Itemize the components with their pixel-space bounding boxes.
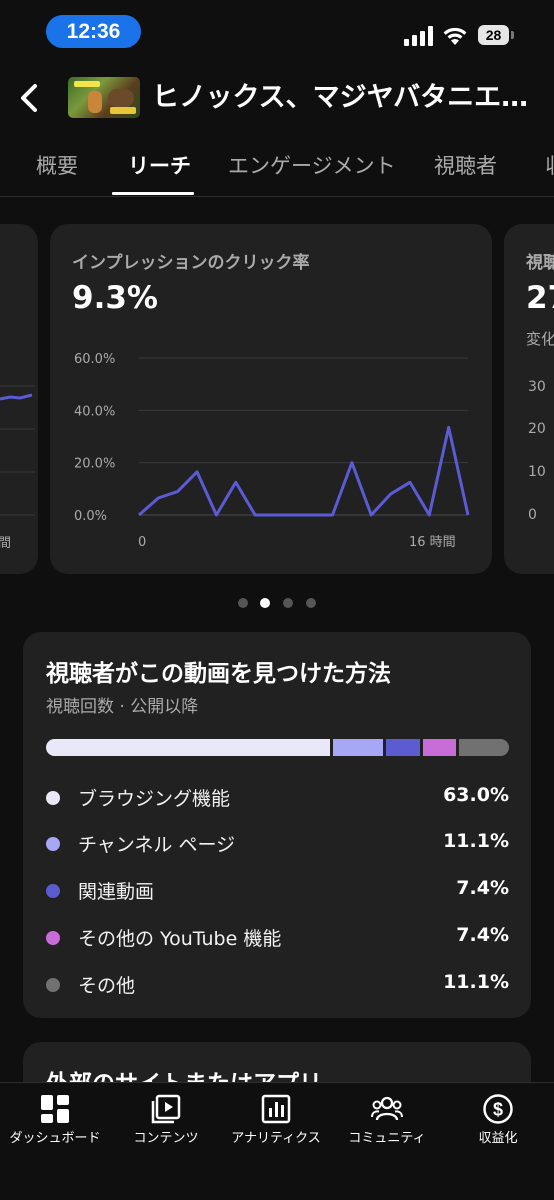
tab-revenue[interactable]: 収 — [545, 150, 554, 180]
nav-dashboard[interactable]: ダッシュボード — [0, 1083, 110, 1163]
nav-analytics-label: アナリティクス — [231, 1131, 321, 1146]
nav-community-label: コミュニティ — [348, 1131, 426, 1146]
legend-dot — [46, 884, 60, 898]
share-bar-segment — [422, 739, 456, 756]
legend-dot — [46, 791, 60, 805]
next-y-tick: 0 — [528, 507, 537, 523]
analytics-icon — [261, 1094, 291, 1124]
chart-y-tick-label: 40.0% — [74, 404, 115, 419]
legend-item: チャンネル ページ 11.1% — [46, 828, 509, 858]
legend-value: 63.0% — [443, 784, 509, 806]
nav-dashboard-label: ダッシュボード — [9, 1131, 101, 1146]
video-title: ヒノックス、マジヤバタニエ… — [152, 82, 529, 113]
cellular-signal-icon — [404, 26, 433, 46]
nav-analytics[interactable]: アナリティクス — [221, 1083, 331, 1163]
battery-level: 28 — [478, 25, 509, 45]
community-icon — [371, 1096, 403, 1121]
wifi-icon — [443, 27, 467, 45]
traffic-source-card[interactable]: 視聴者がこの動画を見つけた方法 視聴回数 · 公開以降 ブラウジング機能 63.… — [23, 632, 531, 1018]
page-dot[interactable] — [283, 598, 293, 608]
traffic-source-title: 視聴者がこの動画を見つけた方法 — [46, 661, 391, 687]
ctr-series-line — [138, 425, 470, 517]
legend-value: 7.4% — [456, 924, 509, 946]
share-bar-segment — [46, 739, 331, 756]
next-metric-value: 27 — [526, 280, 554, 316]
legend-dot — [46, 931, 60, 945]
svg-text:$: $ — [493, 1100, 503, 1120]
active-tab-indicator — [112, 192, 194, 195]
legend-item: ブラウジング機能 63.0% — [46, 782, 509, 812]
legend-label: チャンネル ページ — [78, 834, 236, 856]
chart-x-tick-label: 0 — [138, 535, 146, 550]
legend-label: その他 — [78, 975, 136, 997]
nav-content-label: コンテンツ — [133, 1131, 199, 1146]
chart-y-tick-label: 60.0% — [74, 352, 115, 367]
share-bar-segment — [333, 739, 384, 756]
tab-reach[interactable]: リーチ — [128, 150, 191, 180]
bottom-navigation: ダッシュボード コンテンツ アナリティクス コミュニティ $ 収益化 — [0, 1082, 554, 1200]
traffic-share-bar — [46, 739, 509, 756]
chart-x-tick-label: 16 時間 — [409, 535, 456, 550]
next-y-tick: 20 — [528, 421, 546, 437]
next-y-tick: 30 — [528, 379, 546, 395]
status-time: 12:36 — [46, 15, 141, 48]
tab-engagement[interactable]: エンゲージメント — [228, 150, 396, 180]
page-dot[interactable] — [238, 598, 248, 608]
carousel-page-indicator — [236, 598, 320, 610]
monetization-icon: $ — [483, 1094, 513, 1124]
share-bar-segment — [458, 739, 509, 756]
next-metric-sub: 変化 — [526, 330, 554, 348]
next-metric-title: 視聴 — [526, 253, 554, 273]
previous-chart-x-label: 間 — [0, 536, 12, 551]
page-dot[interactable] — [306, 598, 316, 608]
tab-audience[interactable]: 視聴者 — [434, 150, 497, 180]
metric-card-next[interactable]: 視聴 27 変化 30 20 10 0 — [504, 224, 554, 574]
video-thumbnail — [68, 77, 140, 118]
legend-value: 11.1% — [443, 830, 509, 852]
metric-card-previous[interactable]: 間 — [0, 224, 38, 574]
chart-y-tick-label: 0.0% — [74, 509, 107, 524]
dashboard-icon — [41, 1095, 69, 1123]
content-icon — [151, 1094, 181, 1124]
legend-item: その他 11.1% — [46, 969, 509, 999]
battery-indicator: 28 — [478, 25, 514, 45]
nav-community[interactable]: コミュニティ — [332, 1083, 442, 1163]
legend-label: その他の YouTube 機能 — [78, 928, 282, 950]
back-arrow-icon[interactable] — [14, 80, 44, 116]
chart-y-tick-label: 20.0% — [74, 457, 115, 472]
page-dot-active[interactable] — [260, 598, 270, 608]
legend-dot — [46, 978, 60, 992]
analytics-tabs: 概要 リーチ エンゲージメント 視聴者 収 — [0, 136, 554, 197]
next-y-tick: 10 — [528, 464, 546, 480]
ctr-metric-card[interactable]: インプレッションのクリック率 9.3% 60.0% 40.0% 20.0% 0.0% 0… — [50, 224, 492, 574]
previous-chart — [0, 385, 35, 516]
ctr-line-chart: 60.0% 40.0% 20.0% 0.0% 0 16 時間 — [74, 352, 470, 550]
legend-item: 関連動画 7.4% — [46, 875, 509, 905]
tab-overview[interactable]: 概要 — [36, 150, 78, 180]
share-bar-segment — [386, 739, 420, 756]
legend-label: ブラウジング機能 — [78, 788, 231, 810]
legend-item: その他の YouTube 機能 7.4% — [46, 922, 509, 952]
video-header: ヒノックス、マジヤバタニエ… — [0, 68, 554, 128]
nav-monetization-label: 収益化 — [478, 1131, 518, 1146]
traffic-source-subtitle: 視聴回数 · 公開以降 — [46, 697, 199, 717]
status-bar: 12:36 28 — [0, 0, 554, 60]
legend-dot — [46, 837, 60, 851]
nav-content[interactable]: コンテンツ — [111, 1083, 221, 1163]
legend-value: 7.4% — [456, 877, 509, 899]
nav-monetization[interactable]: $ 収益化 — [443, 1083, 553, 1163]
legend-label: 関連動画 — [78, 881, 155, 903]
legend-value: 11.1% — [443, 971, 509, 993]
